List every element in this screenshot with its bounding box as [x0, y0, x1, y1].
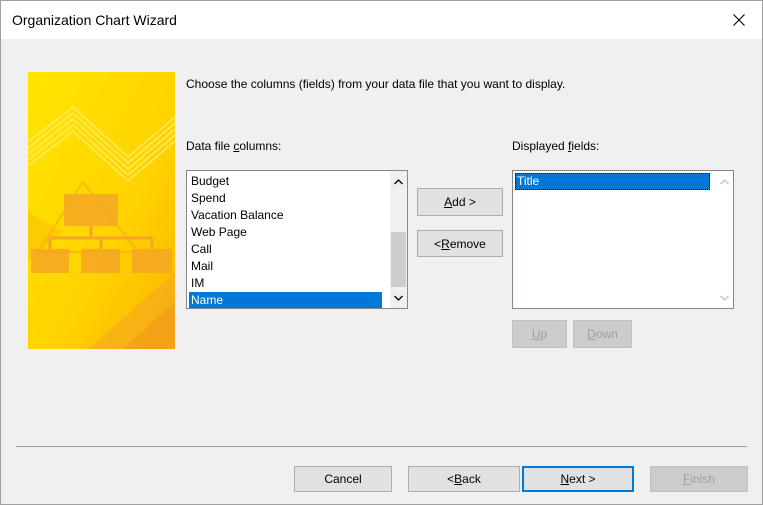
scroll-thumb[interactable] — [391, 232, 406, 287]
list-item[interactable]: Mail — [189, 258, 384, 275]
wizard-banner-image — [28, 72, 175, 349]
list-item[interactable]: Spend — [189, 190, 384, 207]
displayed-fields-scrollbar — [716, 171, 733, 308]
up-button[interactable]: Up — [512, 320, 567, 348]
close-button[interactable] — [716, 1, 762, 39]
list-item[interactable]: Call — [189, 241, 384, 258]
list-item-selected[interactable]: Title — [515, 173, 710, 190]
list-item[interactable]: Web Page — [189, 224, 384, 241]
displayed-fields-listbox[interactable]: Title — [512, 170, 734, 309]
back-button[interactable]: < Back — [408, 466, 520, 492]
chevron-down-icon — [720, 295, 729, 301]
down-button[interactable]: Down — [573, 320, 632, 348]
remove-button[interactable]: < Remove — [417, 230, 503, 257]
instruction-text: Choose the columns (fields) from your da… — [186, 77, 566, 91]
data-columns-scrollbar[interactable] — [390, 171, 407, 308]
displayed-fields-label: Displayed fields: — [512, 139, 600, 153]
scroll-up-button[interactable] — [390, 173, 407, 190]
wizard-dialog: Organization Chart Wizard Choose the col… — [0, 0, 763, 505]
data-columns-listbox[interactable]: Budget Spend Vacation Balance Web Page C… — [186, 170, 408, 309]
add-button[interactable]: Add > — [417, 188, 503, 216]
list-item-selected[interactable]: Name — [189, 292, 382, 308]
close-icon — [733, 14, 745, 26]
scroll-down-button — [716, 289, 733, 306]
window-title: Organization Chart Wizard — [12, 12, 177, 28]
cancel-button[interactable]: Cancel — [294, 466, 392, 492]
list-item[interactable]: Vacation Balance — [189, 207, 384, 224]
chevron-up-icon — [394, 178, 403, 184]
next-button[interactable]: Next > — [522, 466, 634, 492]
finish-button[interactable]: Finish — [650, 466, 748, 492]
title-bar: Organization Chart Wizard — [1, 1, 762, 39]
list-item[interactable]: Budget — [189, 173, 384, 190]
data-columns-label: Data file columns: — [186, 139, 282, 153]
chevron-up-icon — [720, 178, 729, 184]
scroll-down-button[interactable] — [390, 289, 407, 306]
chevron-down-icon — [394, 295, 403, 301]
footer-separator — [16, 446, 747, 447]
list-item[interactable]: IM — [189, 275, 384, 292]
scroll-up-button — [716, 173, 733, 190]
